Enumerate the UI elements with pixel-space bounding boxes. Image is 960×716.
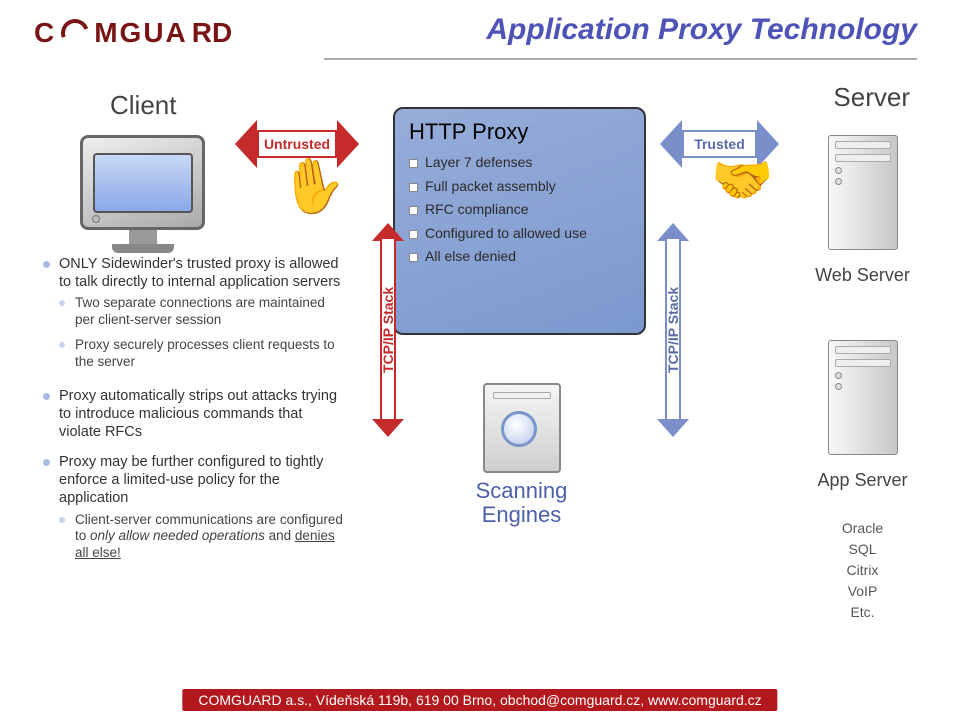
scanning-engines: Scanning Engines [454,383,589,527]
app-server-sublist: Oracle SQL Citrix VoIP Etc. [815,518,910,623]
server-heading: Server [833,82,910,113]
brand-text-1: C [34,19,56,47]
brand-logo: C MGUA RD [34,19,232,47]
app-item: SQL [815,539,910,560]
app-item: Oracle [815,518,910,539]
footer-contact: COMGUARD a.s., Vídeňská 119b, 619 00 Brn… [182,689,777,711]
tcpip-stack-left-icon: TCP/IP Stack [375,225,401,435]
proxy-item: All else denied [409,245,630,269]
app-server-icon [828,340,898,455]
sub-bullet: Client-server communications are configu… [59,508,348,567]
bullet-text: Proxy may be further configured to tight… [59,454,323,506]
app-server-label: App Server [815,470,910,491]
sub-bullet: Proxy securely processes client requests… [59,333,348,375]
brand-text-3: RD [192,19,232,47]
web-server-icon [828,135,898,250]
proxy-item: Configured to allowed use [409,222,630,246]
app-item: Etc. [815,602,910,623]
tcpip-label-right: TCP/IP Stack [664,247,682,413]
bullet-text: ONLY Sidewinder's trusted proxy is allow… [59,256,340,290]
bullet: Proxy may be further configured to tight… [43,447,348,572]
proxy-item: Layer 7 defenses [409,151,630,175]
handshake-icon: 🤝 [700,150,785,210]
web-server-label: Web Server [815,265,910,286]
client-monitor-icon [80,135,205,253]
feature-bullets: ONLY Sidewinder's trusted proxy is allow… [43,249,348,572]
bullet: Proxy automatically strips out attacks t… [43,381,348,447]
sub-bullet: Two separate connections are maintained … [59,291,348,333]
proxy-item: Full packet assembly [409,175,630,199]
proxy-item: RFC compliance [409,198,630,222]
t: only allow needed operations [90,528,265,543]
stop-hand-icon: ✋ [276,151,351,223]
title-underline [324,58,917,60]
http-proxy-box: HTTP Proxy Layer 7 defenses Full packet … [393,107,646,335]
app-item: VoIP [815,581,910,602]
tcpip-label-left: TCP/IP Stack [379,247,397,413]
page-title: Application Proxy Technology [486,13,917,47]
scanning-label: Scanning Engines [454,479,589,527]
t: and [265,528,295,543]
brand-swirl-icon [57,14,94,51]
app-item: Citrix [815,560,910,581]
tcpip-stack-right-icon: TCP/IP Stack [660,225,686,435]
brand-text-2: MGUA [94,19,188,47]
client-heading: Client [110,90,176,121]
proxy-heading: HTTP Proxy [409,119,630,145]
scanner-device-icon [483,383,561,473]
bullet: ONLY Sidewinder's trusted proxy is allow… [43,249,348,381]
